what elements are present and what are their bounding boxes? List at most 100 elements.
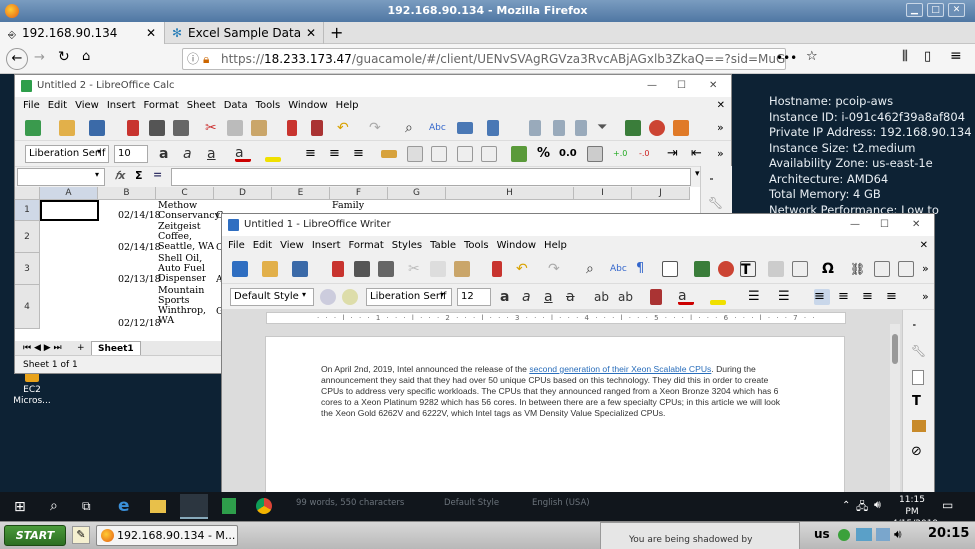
new-icon[interactable] xyxy=(25,120,41,136)
menu-view[interactable]: View xyxy=(280,236,304,256)
chrome-icon[interactable] xyxy=(256,498,272,514)
menu-table[interactable]: Table xyxy=(430,236,456,256)
open-icon[interactable] xyxy=(59,120,75,136)
url-bar[interactable]: ⓘ 🔒︎ https://18.233.173.47/guacamole/#/c… xyxy=(182,48,786,70)
chevron-up-icon[interactable]: ⌃ xyxy=(842,500,850,511)
undo-icon[interactable]: ↶ xyxy=(516,261,532,277)
chart-icon[interactable] xyxy=(649,120,665,136)
bold-icon[interactable]: a xyxy=(500,289,516,305)
minimize-button[interactable]: ▁ xyxy=(906,3,923,17)
document-area[interactable]: · · · ⅼ · · · 1 · · · ⅼ · · · 2 · · · ⅼ … xyxy=(222,310,934,496)
network-icon[interactable]: 🖧︎ xyxy=(856,498,868,517)
spellcheck-icon[interactable]: Abc xyxy=(610,261,627,277)
cell-b3[interactable]: 02/13/18 xyxy=(118,275,161,285)
remote-desktop[interactable]: Hostname: pcoip-aws Instance ID: i-091c4… xyxy=(0,74,975,521)
document-page[interactable]: On April 2nd, 2019, Intel announced the … xyxy=(265,336,845,496)
justify-icon[interactable]: ≡ xyxy=(886,289,902,305)
number-format-icon[interactable]: 0.0 xyxy=(559,146,577,162)
equals-icon[interactable]: = xyxy=(153,168,162,181)
image-icon[interactable] xyxy=(694,261,710,277)
active-cell-a1[interactable] xyxy=(40,200,99,221)
bullet-list-icon[interactable]: ☰ xyxy=(748,289,764,305)
search-icon[interactable]: ⌕ xyxy=(50,498,58,514)
menu-file[interactable]: File xyxy=(228,236,245,256)
menu-insert[interactable]: Insert xyxy=(107,97,136,115)
decrease-indent-icon[interactable]: ⇤ xyxy=(691,146,707,162)
overflow-icon[interactable]: » xyxy=(717,120,733,136)
align-center-icon[interactable]: ≡ xyxy=(329,146,345,162)
strikethrough-icon[interactable]: a xyxy=(566,289,582,305)
sidebar-tools-icon[interactable]: 🔧︎ xyxy=(911,344,926,358)
maximize-button[interactable]: □ xyxy=(927,3,944,17)
autofilter-icon[interactable]: ⏷ xyxy=(597,120,613,136)
column-header-e[interactable]: E xyxy=(272,187,330,200)
open-icon[interactable] xyxy=(262,261,278,277)
outer-clock[interactable]: 20:15 xyxy=(928,526,969,541)
overflow-icon[interactable]: » xyxy=(717,146,733,162)
menu-window[interactable]: Window xyxy=(497,236,536,256)
sidebar-tools-icon[interactable]: 🔧︎ xyxy=(708,196,723,210)
add-decimal-icon[interactable]: +.0 xyxy=(613,146,629,162)
column-header-b[interactable]: B xyxy=(98,187,156,200)
edit-icon[interactable]: ✎ xyxy=(72,526,90,544)
back-button[interactable]: ← xyxy=(6,48,28,70)
italic-icon[interactable]: a xyxy=(522,289,538,305)
pivot-table-icon[interactable] xyxy=(673,120,689,136)
maximize-button[interactable]: ☐ xyxy=(880,214,889,236)
column-header-h[interactable]: H xyxy=(446,187,574,200)
new-tab-button[interactable]: + xyxy=(326,22,343,44)
tab-remote[interactable]: ⎆ 192.168.90.134 ✕ xyxy=(0,22,165,44)
cut-icon[interactable]: ✂ xyxy=(205,120,221,136)
clear-formatting-icon[interactable] xyxy=(311,120,323,136)
column-icon[interactable] xyxy=(487,120,499,136)
increase-indent-icon[interactable]: ⇥ xyxy=(667,146,683,162)
sidebar-properties-icon[interactable]: ⬞ xyxy=(913,320,916,331)
reload-button[interactable]: ↻ xyxy=(58,49,70,65)
sort-icon[interactable] xyxy=(575,120,587,136)
cell-c4[interactable]: Mountain Sports Winthrop, WA xyxy=(158,286,206,326)
chart-icon[interactable] xyxy=(718,261,734,277)
tray-network-icon[interactable] xyxy=(856,528,872,541)
menu-edit[interactable]: Edit xyxy=(253,236,272,256)
function-wizard-icon[interactable]: 𝑓x xyxy=(115,169,126,183)
cell-b1[interactable]: 02/14/18 xyxy=(118,211,161,221)
find-replace-icon[interactable]: ⌕ xyxy=(405,120,421,136)
chevron-down-icon[interactable]: ▾ xyxy=(97,147,101,156)
spellcheck-icon[interactable]: Abc xyxy=(429,120,446,136)
print-preview-icon[interactable] xyxy=(173,120,189,136)
menu-file[interactable]: File xyxy=(23,97,40,115)
chevron-down-icon[interactable]: ▾ xyxy=(95,170,99,179)
superscript-icon[interactable]: ab xyxy=(594,289,610,305)
menu-data[interactable]: Data xyxy=(224,97,248,115)
column-header-f[interactable]: F xyxy=(330,187,388,200)
edge-icon[interactable]: e xyxy=(118,496,130,516)
row-header-3[interactable]: 3 xyxy=(15,253,40,285)
save-icon[interactable] xyxy=(89,120,105,136)
italic-icon[interactable]: a xyxy=(183,146,199,162)
bold-icon[interactable]: a xyxy=(159,146,175,162)
formula-input[interactable] xyxy=(171,168,691,186)
home-button[interactable]: ⌂ xyxy=(82,49,90,64)
task-view-icon[interactable]: ⧉ xyxy=(82,499,91,514)
notifications-icon[interactable]: ▭ xyxy=(942,498,953,512)
copy-icon[interactable] xyxy=(430,261,446,277)
tray-display-icon[interactable] xyxy=(876,528,890,541)
align-bottom-icon[interactable] xyxy=(481,146,497,162)
image-icon[interactable] xyxy=(625,120,641,136)
menu-tools[interactable]: Tools xyxy=(464,236,489,256)
close-button[interactable]: ✕ xyxy=(709,75,717,97)
hyperlink-icon[interactable]: ⛓ xyxy=(850,261,866,277)
close-button[interactable]: ✕ xyxy=(912,214,920,236)
sort-descending-icon[interactable] xyxy=(553,120,565,136)
sheet-nav-icons[interactable]: ⏮ ◀ ▶ ⏭ xyxy=(23,341,62,355)
subscript-icon[interactable]: ab xyxy=(618,289,634,305)
close-document-icon[interactable]: ✕ xyxy=(717,97,725,115)
sum-icon[interactable]: Σ xyxy=(135,169,143,182)
find-replace-icon[interactable]: ⌕ xyxy=(586,261,602,277)
special-character-icon[interactable]: Ω xyxy=(822,261,838,277)
cut-icon[interactable]: ✂ xyxy=(408,261,424,277)
comment-icon[interactable] xyxy=(898,261,914,277)
new-style-icon[interactable] xyxy=(342,289,358,305)
sidebar-gallery-icon[interactable] xyxy=(912,420,926,432)
print-icon[interactable] xyxy=(149,120,165,136)
